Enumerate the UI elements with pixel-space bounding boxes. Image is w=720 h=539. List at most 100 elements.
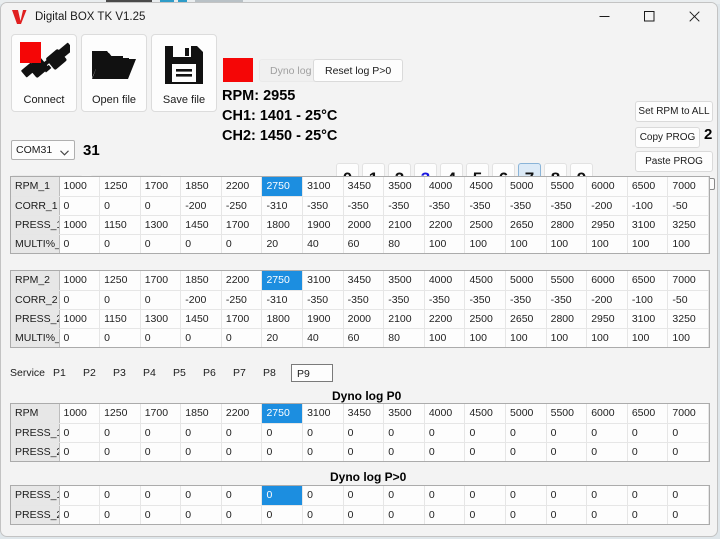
cell-r1-c0[interactable]: 0 xyxy=(59,423,101,443)
cell-r3-c2[interactable]: 0 xyxy=(140,234,182,253)
cell-r1-c7[interactable]: 0 xyxy=(343,423,385,443)
cell-r0-c14[interactable]: 6500 xyxy=(627,271,669,291)
cell-r2-c13[interactable]: 2950 xyxy=(586,215,628,235)
cell-r2-c7[interactable]: 2000 xyxy=(343,215,385,235)
service-tab-p5[interactable]: P5 xyxy=(171,364,201,382)
cell-r1-c13[interactable]: 0 xyxy=(586,423,628,443)
cell-r0-c2[interactable]: 1700 xyxy=(140,177,182,197)
service-tab-p3[interactable]: P3 xyxy=(111,364,141,382)
cell-r2-c9[interactable]: 2200 xyxy=(424,215,466,235)
cell-r3-c6[interactable]: 40 xyxy=(302,234,344,253)
cell-r3-c4[interactable]: 0 xyxy=(221,234,263,253)
cell-r0-c11[interactable]: 5000 xyxy=(505,177,547,197)
cell-r1-c0[interactable]: 0 xyxy=(59,290,101,310)
cell-r0-c5[interactable]: 2750 xyxy=(261,404,304,424)
cell-r0-c0[interactable]: 1000 xyxy=(59,404,101,424)
cell-r0-c4[interactable]: 2200 xyxy=(221,177,263,197)
cell-r3-c3[interactable]: 0 xyxy=(180,328,222,347)
cell-r1-c13[interactable]: -200 xyxy=(586,290,628,310)
cell-r3-c14[interactable]: 100 xyxy=(627,328,669,347)
service-tab-p1[interactable]: P1 xyxy=(51,364,81,382)
cell-r0-c6[interactable]: 0 xyxy=(302,486,344,506)
cell-r0-c6[interactable]: 3100 xyxy=(302,404,344,424)
cell-r0-c1[interactable]: 1250 xyxy=(99,177,141,197)
com-port-select[interactable]: COM31 xyxy=(11,140,75,160)
cell-r0-c13[interactable]: 6000 xyxy=(586,271,628,291)
cell-r0-c1[interactable]: 1250 xyxy=(99,404,141,424)
cell-r1-c1[interactable]: 0 xyxy=(99,196,141,216)
cell-r3-c15[interactable]: 100 xyxy=(667,328,709,347)
cell-r0-c8[interactable]: 3500 xyxy=(383,177,425,197)
cell-r2-c11[interactable]: 2650 xyxy=(505,309,547,329)
maximize-button[interactable] xyxy=(627,3,672,30)
cell-r1-c1[interactable]: 0 xyxy=(99,290,141,310)
cell-r1-c15[interactable]: 0 xyxy=(667,423,709,443)
cell-r1-c8[interactable]: -350 xyxy=(383,196,425,216)
service-tab-p6[interactable]: P6 xyxy=(201,364,231,382)
cell-r0-c4[interactable]: 0 xyxy=(221,486,263,506)
cell-r2-c10[interactable]: 0 xyxy=(464,442,507,461)
cell-r2-c5[interactable]: 0 xyxy=(261,442,304,461)
cell-r3-c9[interactable]: 100 xyxy=(424,328,466,347)
cell-r0-c3[interactable]: 0 xyxy=(180,486,222,506)
cell-r1-c2[interactable]: 0 xyxy=(140,196,182,216)
cell-r1-c0[interactable]: 0 xyxy=(59,196,101,216)
cell-r0-c9[interactable]: 4000 xyxy=(424,177,466,197)
cell-r0-c2[interactable]: 1700 xyxy=(140,404,182,424)
cell-r2-c9[interactable]: 0 xyxy=(424,442,466,461)
cell-r2-c1[interactable]: 1150 xyxy=(99,309,141,329)
cell-r0-c1[interactable]: 1250 xyxy=(99,271,141,291)
cell-r0-c3[interactable]: 1850 xyxy=(180,177,222,197)
service-tab-p9[interactable]: P9 xyxy=(291,364,334,382)
cell-r0-c7[interactable]: 3450 xyxy=(343,271,385,291)
cell-r3-c13[interactable]: 100 xyxy=(586,328,628,347)
cell-r2-c6[interactable]: 1900 xyxy=(302,215,344,235)
cell-r0-c10[interactable]: 0 xyxy=(464,486,507,506)
cell-r3-c0[interactable]: 0 xyxy=(59,328,101,347)
cell-r2-c0[interactable]: 1000 xyxy=(59,309,101,329)
cell-r1-c15[interactable]: -50 xyxy=(667,290,709,310)
cell-r2-c3[interactable]: 1450 xyxy=(180,215,222,235)
cell-r0-c0[interactable]: 0 xyxy=(59,486,101,506)
cell-r3-c0[interactable]: 0 xyxy=(59,234,101,253)
cell-r0-c4[interactable]: 2200 xyxy=(221,271,263,291)
cell-r1-c6[interactable]: -350 xyxy=(302,196,344,216)
cell-r0-c14[interactable]: 0 xyxy=(627,486,669,506)
cell-r3-c10[interactable]: 100 xyxy=(464,234,507,253)
cell-r1-c15[interactable]: -50 xyxy=(667,196,709,216)
cell-r2-c15[interactable]: 3250 xyxy=(667,309,709,329)
cell-r1-c15[interactable]: 0 xyxy=(667,505,709,524)
cell-r1-c2[interactable]: 0 xyxy=(140,423,182,443)
cell-r0-c4[interactable]: 2200 xyxy=(221,404,263,424)
close-button[interactable] xyxy=(672,3,717,30)
cell-r2-c14[interactable]: 3100 xyxy=(627,309,669,329)
cell-r2-c11[interactable]: 2650 xyxy=(505,215,547,235)
cell-r2-c15[interactable]: 3250 xyxy=(667,215,709,235)
cell-r0-c2[interactable]: 1700 xyxy=(140,271,182,291)
cell-r0-c15[interactable]: 0 xyxy=(667,486,709,506)
cell-r0-c13[interactable]: 6000 xyxy=(586,404,628,424)
connect-button[interactable]: Connect xyxy=(11,34,77,112)
cell-r2-c1[interactable]: 1150 xyxy=(99,215,141,235)
cell-r2-c2[interactable]: 1300 xyxy=(140,309,182,329)
cell-r2-c0[interactable]: 0 xyxy=(59,442,101,461)
cell-r0-c11[interactable]: 0 xyxy=(505,486,547,506)
cell-r2-c7[interactable]: 0 xyxy=(343,442,385,461)
cell-r0-c1[interactable]: 0 xyxy=(99,486,141,506)
cell-r0-c5[interactable]: 2750 xyxy=(261,271,304,291)
cell-r3-c5[interactable]: 20 xyxy=(261,328,304,347)
cell-r0-c15[interactable]: 7000 xyxy=(667,271,709,291)
cell-r0-c5[interactable]: 2750 xyxy=(261,177,304,197)
cell-r0-c8[interactable]: 0 xyxy=(383,486,425,506)
cell-r1-c12[interactable]: -350 xyxy=(546,290,588,310)
cell-r3-c11[interactable]: 100 xyxy=(505,234,547,253)
cell-r1-c4[interactable]: 0 xyxy=(221,423,263,443)
cell-r3-c3[interactable]: 0 xyxy=(180,234,222,253)
copy-prog-button[interactable]: Copy PROG xyxy=(635,127,700,148)
cell-r1-c13[interactable]: -200 xyxy=(586,196,628,216)
cell-r1-c13[interactable]: 0 xyxy=(586,505,628,524)
cell-r2-c2[interactable]: 1300 xyxy=(140,215,182,235)
cell-r3-c6[interactable]: 40 xyxy=(302,328,344,347)
cell-r3-c1[interactable]: 0 xyxy=(99,234,141,253)
cell-r1-c9[interactable]: -350 xyxy=(424,196,466,216)
